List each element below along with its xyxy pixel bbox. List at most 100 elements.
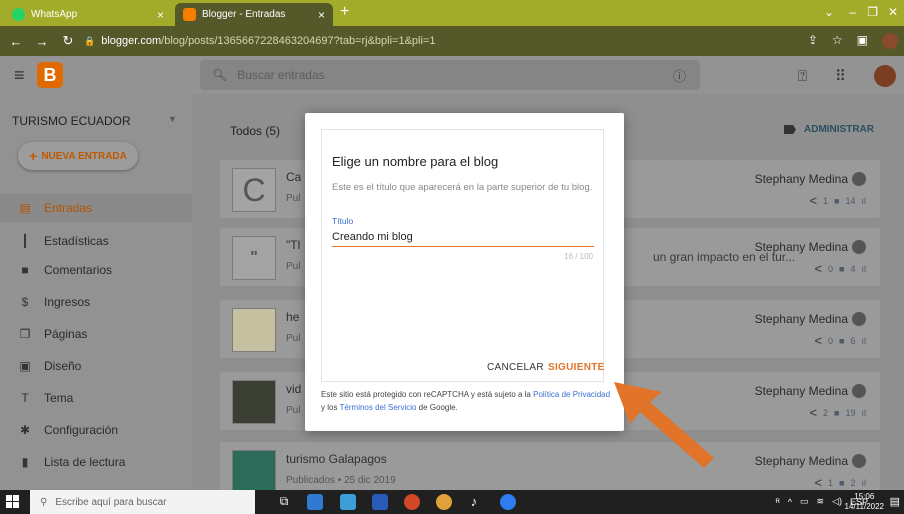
blogger-logo[interactable]: B <box>37 62 63 88</box>
arrow-shape <box>614 382 714 468</box>
filter-dropdown[interactable]: Todos (5) <box>230 124 280 138</box>
sidebar-item-ingresos[interactable]: $ Ingresos <box>0 288 192 316</box>
recaptcha-notice: Este sitio está protegido con reCAPTCHA … <box>321 388 611 414</box>
restore-icon[interactable]: ❐ <box>867 5 878 19</box>
admin-label: ADMINISTRAR <box>804 124 874 135</box>
blog-selector[interactable]: TURISMO ECUADOR <box>12 114 131 128</box>
bar-chart-icon: ıl <box>861 263 867 274</box>
battery-icon[interactable]: ▭ <box>800 496 809 507</box>
people-icon[interactable]: ᴿ <box>776 497 780 507</box>
terms-link[interactable]: Términos del Servicio <box>340 403 417 412</box>
post-title[interactable]: Ca <box>286 170 301 184</box>
share-page-icon[interactable]: ⇪ <box>808 33 818 49</box>
notifications-icon[interactable]: ▤ <box>890 495 900 508</box>
sidebar-item-paginas[interactable]: ❐ Páginas <box>0 320 192 348</box>
sidebar-item-configuracion[interactable]: ✱ Configuración <box>0 416 192 444</box>
chrome-icon[interactable] <box>436 494 452 510</box>
author-name: Stephany Medina <box>754 172 848 186</box>
avatar <box>852 454 866 468</box>
sidebar-item-estadisticas[interactable]: ┃ Estadísticas <box>0 227 192 255</box>
file-explorer-icon[interactable] <box>340 494 356 510</box>
avatar <box>852 172 866 186</box>
new-post-button[interactable]: + NUEVA ENTRADA <box>18 142 138 170</box>
share-icon[interactable]: < <box>809 405 817 420</box>
volume-icon[interactable]: ◁) <box>832 496 842 507</box>
weather-app-icon[interactable] <box>307 494 323 510</box>
caret-down-icon[interactable]: ▼ <box>168 114 177 124</box>
taskbar-search-input[interactable] <box>55 496 236 508</box>
url-field[interactable]: 🔒 blogger.com/blog/posts/136566722846320… <box>84 35 435 47</box>
close-icon[interactable]: × <box>318 8 325 22</box>
comment-icon: ■ <box>839 263 845 274</box>
share-icon[interactable]: < <box>814 333 822 348</box>
sidebar-item-label: Comentarios <box>44 263 113 277</box>
zoom-icon[interactable] <box>500 494 516 510</box>
task-view-icon[interactable]: ⧉ <box>276 494 292 510</box>
post-title[interactable]: turismo Galapagos <box>286 452 387 466</box>
next-button[interactable]: SIGUIENTE <box>548 362 605 373</box>
reload-icon[interactable]: ↻ <box>58 33 78 49</box>
blogger-icon <box>183 8 196 21</box>
window-close-icon[interactable]: ✕ <box>888 5 898 19</box>
sidebar-item-label: Diseño <box>44 359 82 373</box>
tiktok-icon[interactable]: ♪ <box>466 494 482 510</box>
post-author: Stephany Medina <box>755 240 866 254</box>
account-avatar[interactable] <box>874 65 896 87</box>
taskbar-search[interactable]: ⚲ <box>30 490 255 514</box>
view-count: 4 <box>850 263 856 274</box>
post-title[interactable]: "Tl <box>286 238 300 252</box>
powerpoint-icon[interactable] <box>404 494 420 510</box>
minimize-icon[interactable]: – <box>849 5 856 19</box>
manage-labels-button[interactable]: ADMINISTRAR <box>784 124 874 135</box>
dialog-title: Elige un nombre para el blog <box>332 154 499 169</box>
post-thumbnail: " <box>232 236 276 280</box>
info-icon[interactable]: ⓘ <box>673 66 686 85</box>
stats-icon: ┃ <box>21 234 29 248</box>
new-tab-button[interactable]: + <box>340 3 349 21</box>
back-icon[interactable]: ← <box>6 34 26 49</box>
post-title[interactable]: vid <box>286 382 301 396</box>
post-title[interactable]: he <box>286 310 299 324</box>
forward-icon[interactable]: → <box>32 34 52 49</box>
tab-whatsapp[interactable]: WhatsApp × <box>4 3 172 26</box>
post-status: Pul <box>286 261 301 272</box>
menu-icon[interactable]: ≡ <box>14 65 25 86</box>
tray-expand-icon[interactable]: ^ <box>788 497 792 507</box>
sidebar-item-entradas[interactable]: ▤ Entradas <box>0 194 192 222</box>
url-path: /blog/posts/1365667228463204697?tab=rj&b… <box>161 35 436 47</box>
sidebar-item-comentarios[interactable]: ■ Comentarios <box>0 256 192 284</box>
bookmark-star-icon[interactable]: ☆ <box>832 33 843 49</box>
share-icon[interactable]: < <box>814 261 822 276</box>
post-author: Stephany Medina <box>755 384 866 398</box>
tab-blogger[interactable]: Blogger - Entradas × <box>175 3 333 26</box>
close-icon[interactable]: × <box>157 8 164 22</box>
sidepanel-icon[interactable]: ▣ <box>857 33 868 49</box>
clock-time: 15:06 <box>854 492 875 501</box>
blog-title-input[interactable] <box>332 228 594 247</box>
privacy-link[interactable]: Política de Privacidad <box>533 390 610 399</box>
search-icon: ⚲ <box>40 496 48 508</box>
comment-count: 0 <box>828 335 834 346</box>
post-status: Pul <box>286 333 301 344</box>
sidebar-item-diseno[interactable]: ▣ Diseño <box>0 352 192 380</box>
apps-grid-icon[interactable]: ⠿ <box>835 67 846 85</box>
search-box[interactable]: 🔍︎ ⓘ <box>200 60 700 90</box>
label-icon <box>784 125 796 134</box>
view-count: 2 <box>850 477 856 488</box>
share-icon[interactable]: < <box>809 193 817 208</box>
windows-start-icon[interactable] <box>6 495 20 509</box>
sidebar-item-label: Lista de lectura <box>44 455 126 469</box>
help-icon[interactable]: ⍰ <box>798 68 807 85</box>
wifi-icon[interactable]: ≋ <box>817 496 825 507</box>
clock[interactable]: 15:06 14/11/2022 <box>845 492 884 512</box>
profile-avatar[interactable] <box>882 33 898 49</box>
browser-tab-strip: WhatsApp × Blogger - Entradas × + ⌄ – ❐ … <box>0 0 904 26</box>
sidebar-item-tema[interactable]: T Tema <box>0 384 192 412</box>
share-icon[interactable]: < <box>814 475 822 490</box>
cancel-button[interactable]: CANCELAR <box>487 362 544 373</box>
word-icon[interactable] <box>372 494 388 510</box>
sidebar-item-lista-lectura[interactable]: ▮ Lista de lectura <box>0 448 192 476</box>
sidebar-item-label: Páginas <box>44 327 88 341</box>
search-input[interactable] <box>237 68 638 82</box>
tab-search-icon[interactable]: ⌄ <box>824 5 834 19</box>
